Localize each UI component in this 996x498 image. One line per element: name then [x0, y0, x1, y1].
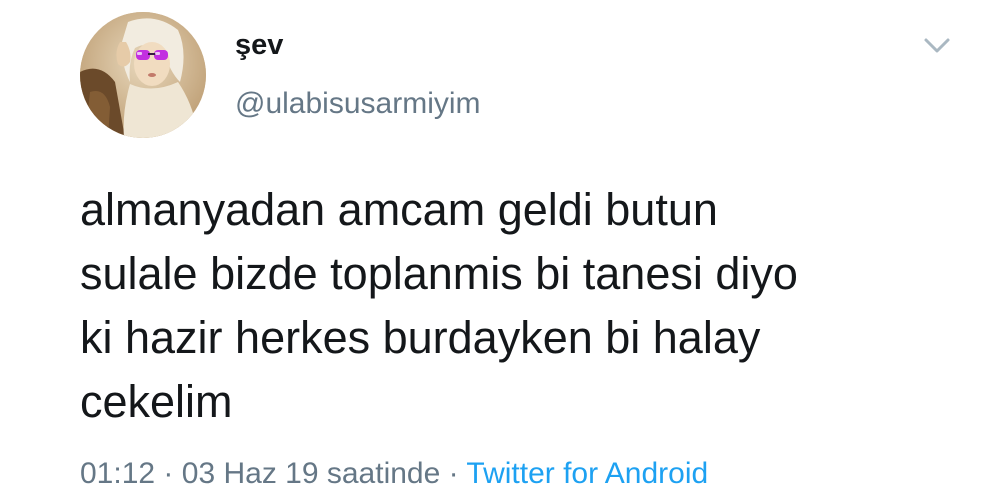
tweet-meta: 01:12 · 03 Haz 19 saatinde · Twitter for…	[80, 456, 708, 492]
author-display-name[interactable]: şev	[235, 28, 283, 63]
tweet-options-button[interactable]	[920, 32, 954, 60]
tweet-card: şev @ulabisusarmiyim almanyadan amcam ge…	[0, 0, 996, 498]
tweet-text-line: ki hazir herkes burdayken bi halay	[80, 312, 761, 363]
meta-separator: ·	[163, 457, 174, 490]
tweet-time[interactable]: 01:12	[80, 457, 155, 490]
avatar-image	[80, 12, 206, 138]
chevron-down-icon	[924, 38, 950, 53]
tweet-text-line: cekelim	[80, 376, 233, 427]
meta-separator: ·	[448, 457, 459, 490]
tweet-text: almanyadan amcam geldi butun sulale bizd…	[80, 178, 960, 434]
tweet-date[interactable]: 03 Haz 19 saatinde	[182, 457, 441, 490]
author-handle[interactable]: @ulabisusarmiyim	[235, 86, 481, 122]
avatar[interactable]	[80, 12, 206, 138]
tweet-text-line: sulale bizde toplanmis bi tanesi diyo	[80, 248, 798, 299]
tweet-text-line: almanyadan amcam geldi butun	[80, 184, 718, 235]
tweet-source-link[interactable]: Twitter for Android	[466, 457, 708, 490]
